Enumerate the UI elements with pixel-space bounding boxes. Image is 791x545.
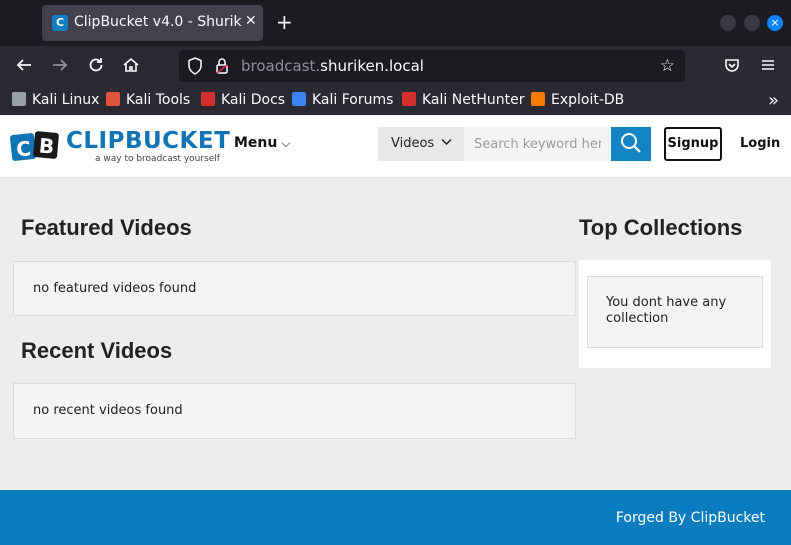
menu-dropdown[interactable]: Menu ⌵: [234, 135, 290, 151]
lock-icon[interactable]: [215, 57, 229, 79]
browser-tab[interactable]: C ClipBucket v4.0 - Shuriken ✕: [42, 5, 263, 41]
search-category-label: Videos: [391, 136, 435, 151]
tracking-shield-icon[interactable]: [187, 57, 203, 79]
window-close-button[interactable]: ×: [767, 15, 783, 31]
kali-dragon-icon: [12, 92, 26, 106]
bookmark-exploit-db[interactable]: Exploit-DB: [531, 92, 624, 108]
clipbucket-logo[interactable]: C B CLIPBUCKET a way to broadcast yourse…: [10, 128, 230, 168]
search-category-select[interactable]: Videos: [378, 127, 464, 161]
cb-logo-icon: C B: [10, 131, 59, 162]
featured-videos-panel: no featured videos found: [13, 261, 576, 316]
site-footer: Forged By ClipBucket: [0, 490, 791, 545]
kali-tools-icon: [106, 92, 120, 106]
chevron-down-icon: ⌵: [281, 136, 291, 150]
svg-text:C: C: [15, 136, 32, 161]
login-link[interactable]: Login: [740, 136, 780, 151]
logo-wordmark: CLIPBUCKET: [66, 128, 231, 154]
window-maximize-button[interactable]: [744, 15, 760, 31]
browser-nav-toolbar: broadcast.shuriken.local ☆: [0, 46, 791, 88]
chevron-down-icon: [441, 136, 452, 149]
menu-label: Menu: [234, 135, 278, 151]
url-domain: shuriken.local: [320, 57, 424, 75]
featured-videos-heading: Featured Videos: [21, 215, 192, 240]
tab-title: ClipBucket v4.0 - Shuriken: [74, 14, 242, 30]
url-subdomain: broadcast.: [241, 57, 321, 75]
kali-nethunter-icon: [402, 92, 416, 106]
hamburger-menu-icon[interactable]: [759, 56, 777, 79]
logo-tagline: a way to broadcast yourself: [95, 154, 220, 164]
url-bar[interactable]: broadcast.shuriken.local ☆: [179, 50, 685, 82]
forward-arrow-icon[interactable]: [51, 56, 69, 79]
collections-empty-message: You dont have any collection: [587, 276, 763, 348]
recent-empty-message: no recent videos found: [33, 403, 183, 418]
kali-docs-icon: [201, 92, 215, 106]
new-tab-button[interactable]: +: [276, 10, 293, 34]
url-text[interactable]: broadcast.shuriken.local: [241, 57, 424, 75]
recent-videos-heading: Recent Videos: [21, 338, 173, 363]
bookmark-kali-tools[interactable]: Kali Tools: [106, 92, 190, 108]
back-arrow-icon[interactable]: [15, 56, 33, 79]
top-collections-heading: Top Collections: [579, 215, 743, 240]
reload-icon[interactable]: [87, 56, 105, 79]
footer-credit: Forged By ClipBucket: [615, 510, 765, 526]
featured-empty-message: no featured videos found: [33, 281, 197, 296]
bookmarks-overflow-chevron-icon[interactable]: »: [768, 90, 779, 111]
browser-tab-strip: C ClipBucket v4.0 - Shuriken ✕ + ×: [0, 0, 791, 46]
bookmark-kali-docs[interactable]: Kali Docs: [201, 92, 285, 108]
bookmark-kali-linux[interactable]: Kali Linux: [12, 92, 99, 108]
top-collections-box: You dont have any collection: [579, 260, 771, 368]
kali-forums-icon: [292, 92, 306, 106]
recent-videos-panel: no recent videos found: [13, 383, 576, 439]
search-button[interactable]: [611, 127, 651, 161]
clipbucket-favicon-icon: C: [52, 15, 68, 31]
tab-close-icon[interactable]: ✕: [245, 13, 257, 29]
bookmark-kali-forums[interactable]: Kali Forums: [292, 92, 393, 108]
bookmarks-toolbar: Kali Linux Kali Tools Kali Docs Kali For…: [0, 88, 791, 115]
pocket-icon[interactable]: [723, 56, 741, 79]
bookmark-kali-nethunter[interactable]: Kali NetHunter: [402, 92, 524, 108]
site-header: C B CLIPBUCKET a way to broadcast yourse…: [0, 115, 791, 178]
window-minimize-button[interactable]: [720, 15, 736, 31]
exploit-db-icon: [531, 92, 545, 106]
svg-text:B: B: [38, 133, 55, 158]
search-input[interactable]: [464, 127, 611, 161]
signup-button[interactable]: Signup: [664, 127, 722, 161]
bookmark-star-icon[interactable]: ☆: [660, 56, 675, 76]
home-icon[interactable]: [122, 56, 140, 79]
search-icon: [621, 132, 641, 153]
